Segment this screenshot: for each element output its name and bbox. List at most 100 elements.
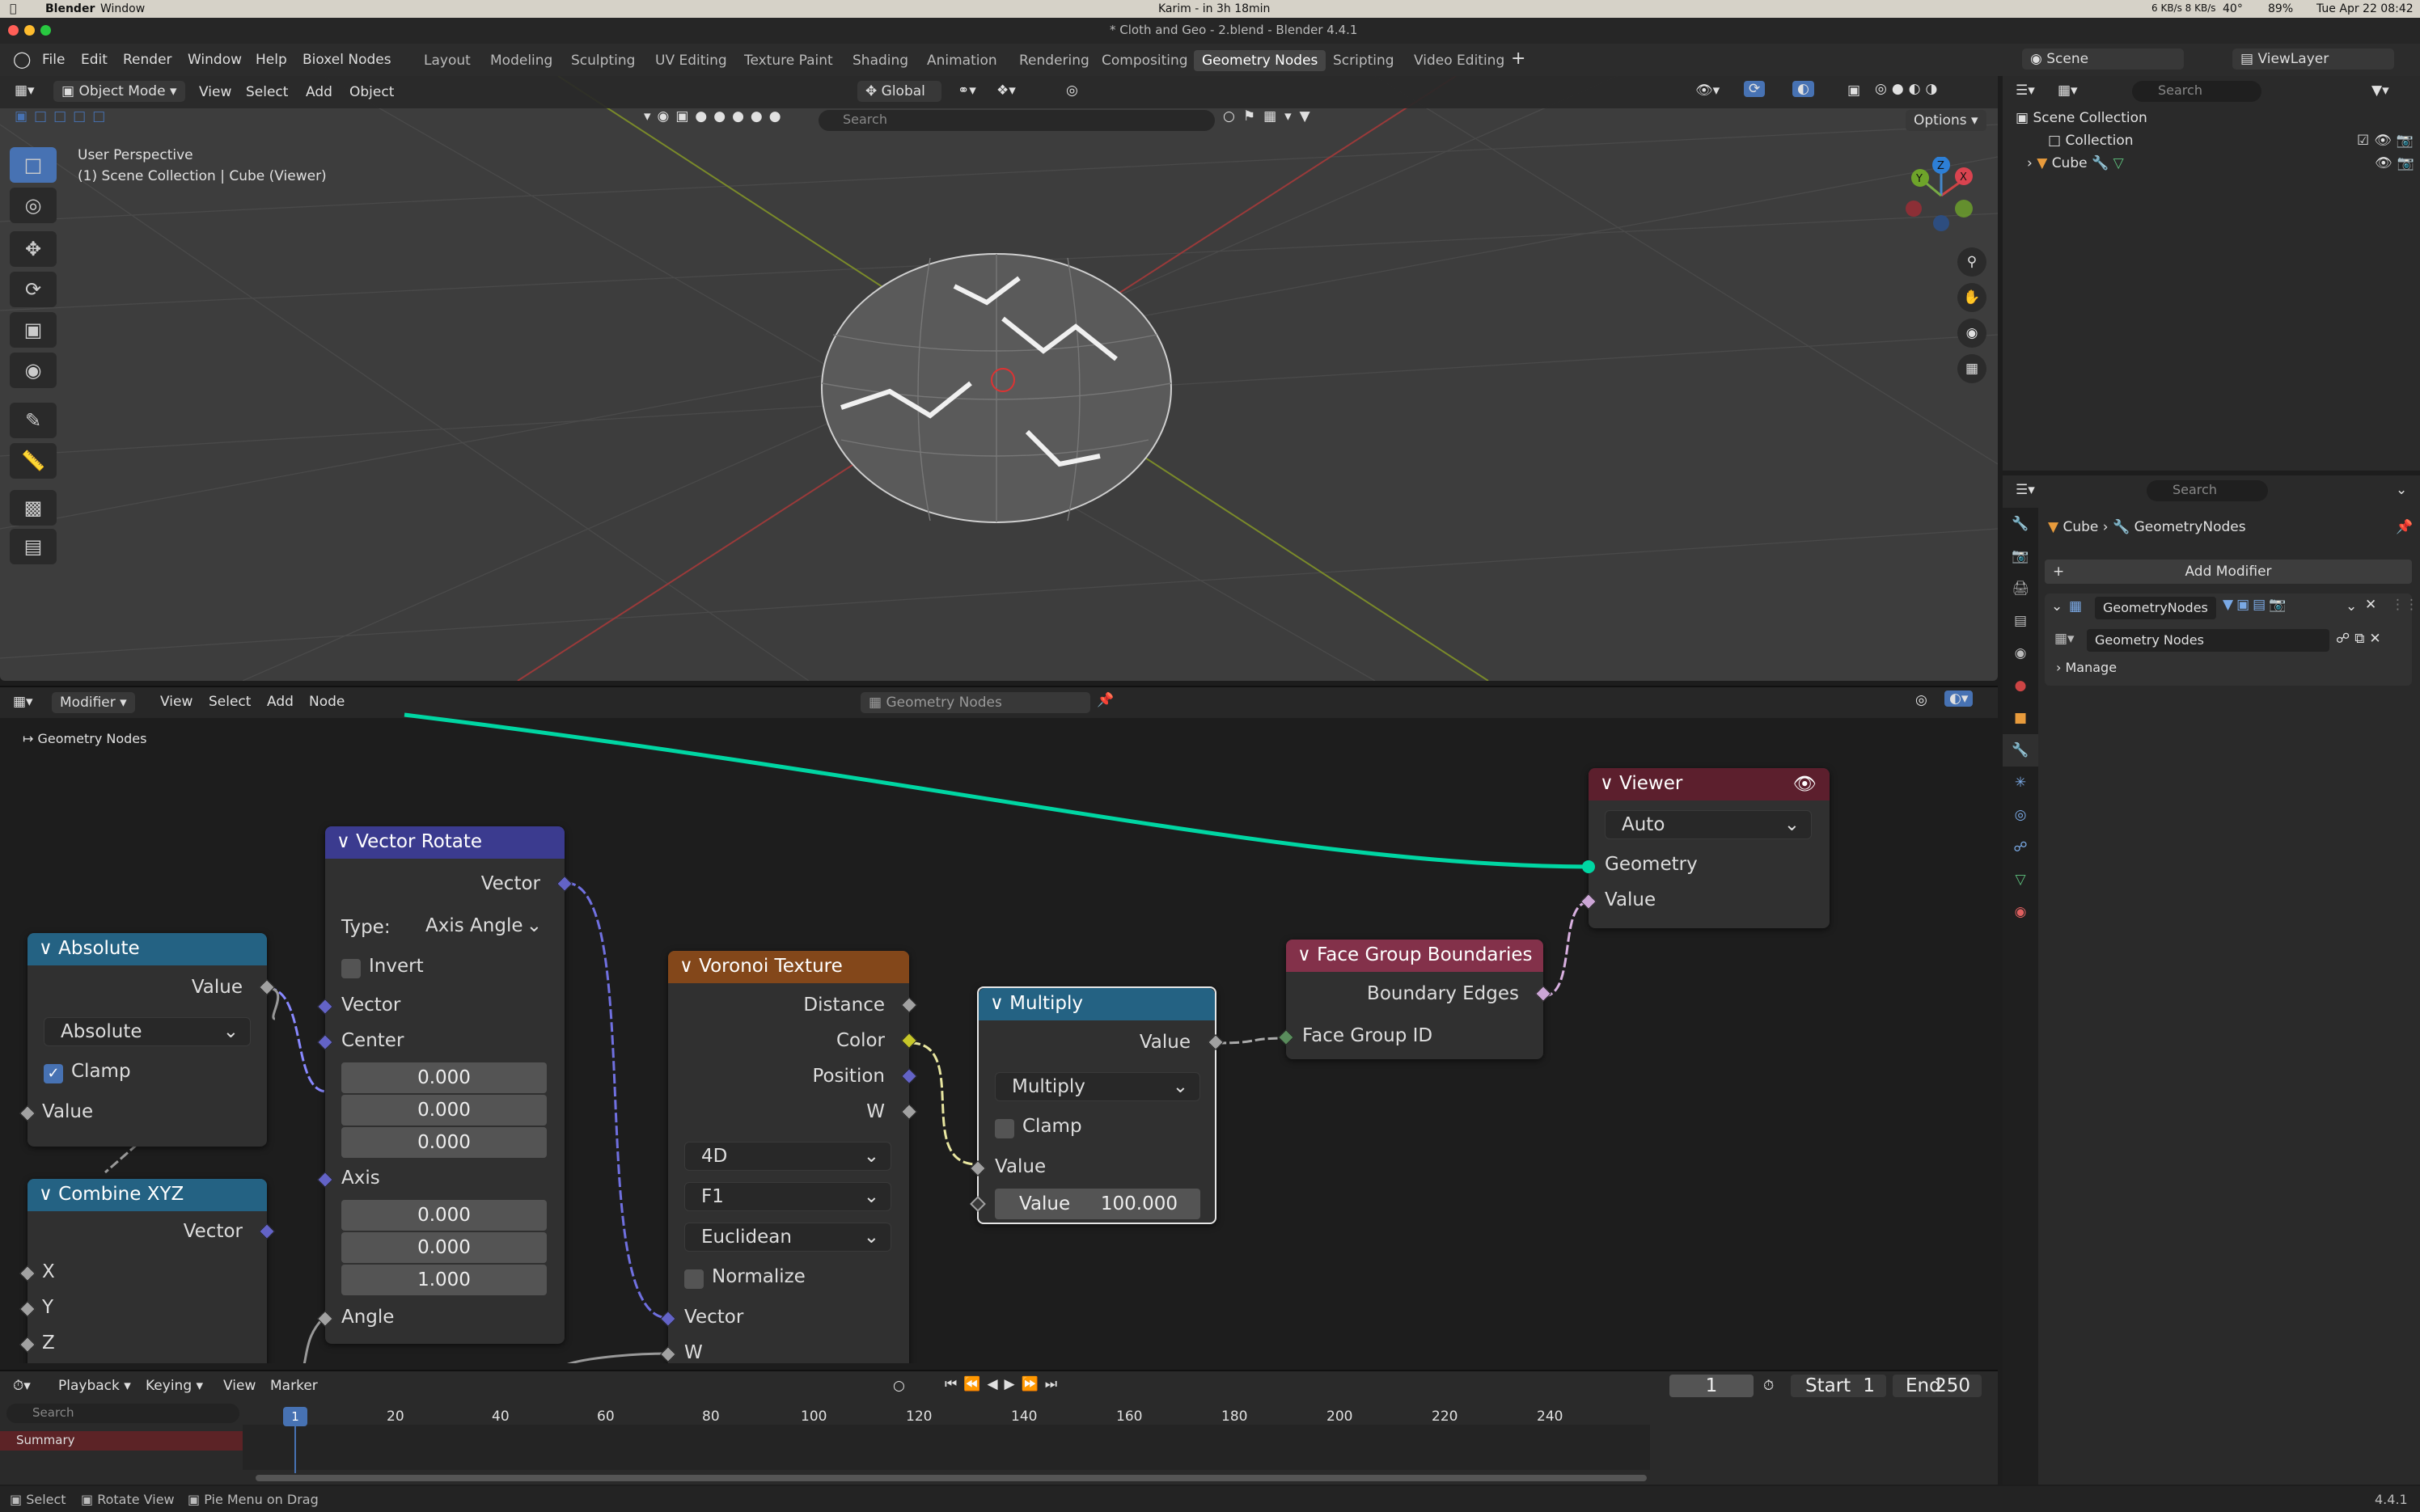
node-group-action-icons[interactable]: ☍⧉✕ <box>2336 631 2386 647</box>
menu-edit[interactable]: Edit <box>81 52 108 68</box>
select-box-tool-icon[interactable]: □ <box>10 147 57 183</box>
menu-window[interactable]: Window <box>188 52 242 68</box>
end-frame-field[interactable]: End 250 <box>1893 1375 1982 1397</box>
node-group-name-field[interactable]: Geometry Nodes <box>2087 629 2329 652</box>
world-tab-icon[interactable]: ● <box>2003 669 2038 702</box>
tab-animation[interactable]: Animation <box>919 50 1005 71</box>
modifier-drag-handle-icon[interactable]: ⋮⋮ <box>2391 597 2418 613</box>
timeline-scrollbar[interactable] <box>256 1475 1647 1481</box>
auto-keying-icon[interactable]: ○ <box>893 1378 905 1394</box>
tab-scripting[interactable]: Scripting <box>1325 50 1402 71</box>
expand-arrow-icon[interactable]: › <box>2027 155 2037 171</box>
options-button[interactable]: Options ▾ <box>1906 110 1986 131</box>
node-viewer-domain-dropdown[interactable]: Auto ⌄ <box>1605 810 1812 839</box>
node-viewer-header[interactable]: ∨ Viewer 👁 <box>1589 768 1830 800</box>
close-window-icon[interactable] <box>8 25 19 36</box>
viewport-search-input[interactable]: Search <box>819 110 1215 131</box>
object-tab-icon[interactable]: ■ <box>2003 702 2038 734</box>
node-rotate-axis-z[interactable]: 1.000 <box>341 1265 547 1295</box>
node-rotate-axis-x[interactable]: 0.000 <box>341 1200 547 1231</box>
blender-logo-icon[interactable]: ◯ <box>13 49 31 69</box>
output-tab-icon[interactable]: 🖨 <box>2003 572 2038 605</box>
start-frame-field[interactable]: Start 1 <box>1791 1375 1886 1397</box>
modifier-remove-icon[interactable]: ✕ <box>2365 597 2376 613</box>
tab-modeling[interactable]: Modeling <box>482 50 561 71</box>
node-voronoi-feature-dropdown[interactable]: F1 ⌄ <box>684 1182 891 1211</box>
material-tab-icon[interactable]: ◉ <box>2003 896 2038 928</box>
tab-video-editing[interactable]: Video Editing <box>1406 50 1512 71</box>
viewport-menu-view[interactable]: View <box>199 84 231 100</box>
properties-pin-icon[interactable]: 📌 <box>2396 519 2413 535</box>
menu-bioxel-nodes[interactable]: Bioxel Nodes <box>302 52 391 68</box>
display-mode-icon[interactable]: ▦▾ <box>2058 82 2078 99</box>
rotate-tool-icon[interactable]: ⟳ <box>10 272 57 307</box>
tab-rendering[interactable]: Rendering <box>1011 50 1098 71</box>
node-combine-xyz[interactable]: ∨ Combine XYZ Vector X Y Z <box>19 1179 275 1363</box>
node-voronoi-texture[interactable]: ∨ Voronoi Texture Distance Color Positio… <box>660 951 917 1363</box>
mac-menu-window[interactable]: Window <box>100 2 145 15</box>
node-combine-xyz-header[interactable]: ∨ Combine XYZ <box>28 1179 267 1211</box>
node-voronoi-metric-dropdown[interactable]: Euclidean ⌄ <box>684 1223 891 1252</box>
modifier-collapse-icon[interactable]: ⌄ <box>2051 598 2062 615</box>
modifier-name-field[interactable]: GeometryNodes <box>2095 597 2216 619</box>
node-voronoi-normalize-checkbox[interactable] <box>684 1269 704 1289</box>
node-multiply-value-field[interactable]: Value 100.000 <box>995 1189 1200 1219</box>
tab-uv-editing[interactable]: UV Editing <box>647 50 735 71</box>
constraints-tab-icon[interactable]: ☍ <box>2003 831 2038 864</box>
timeline-track[interactable] <box>243 1425 1650 1470</box>
node-group-browse-icon[interactable]: ▦▾ <box>2054 631 2075 647</box>
viewport-menu-add[interactable]: Add <box>306 84 332 100</box>
scene-tab-icon[interactable]: ◉ <box>2003 637 2038 669</box>
add-object-tool-icon[interactable]: ▤ <box>10 529 57 564</box>
timeline-menu-playback[interactable]: Playback ▾ <box>58 1378 131 1394</box>
modifier-tab-icon[interactable]: 🔧 <box>2003 734 2038 767</box>
mac-status-event[interactable]: Karim - in 3h 18min <box>1158 2 1270 15</box>
properties-editor[interactable]: ☰▾ Search ⌄ 🔧 📷 🖨 ▤ ◉ ● ■ 🔧 ✳ ◎ ☍ ▽ ◉ ▼ … <box>2003 475 2420 1485</box>
tab-layout[interactable]: Layout <box>416 50 479 71</box>
transform-orientation[interactable]: ✥ Global <box>857 81 941 102</box>
minimize-window-icon[interactable] <box>24 25 35 36</box>
menu-file[interactable]: File <box>42 52 65 68</box>
data-tab-icon[interactable]: ▽ <box>2003 864 2038 896</box>
properties-options-icon[interactable]: ⌄ <box>2396 482 2407 498</box>
scene-selector[interactable]: ◉ Scene <box>2022 49 2184 70</box>
viewer-eye-icon[interactable]: 👁 <box>1793 773 1817 795</box>
timeline-editor-icon[interactable]: ⏱▾ <box>13 1378 31 1394</box>
tool-tab-icon[interactable]: 🔧 <box>2003 508 2038 540</box>
zoom-window-icon[interactable] <box>40 25 51 36</box>
view-layer-tab-icon[interactable]: ▤ <box>2003 605 2038 637</box>
node-multiply-clamp-checkbox[interactable] <box>995 1119 1014 1138</box>
pivot-icon[interactable]: ⚭▾ <box>958 82 976 99</box>
navigation-gizmo[interactable]: X Z Y <box>1906 157 1986 238</box>
ortho-grid-icon[interactable]: ▦ <box>1957 354 1986 383</box>
tab-shading[interactable]: Shading <box>844 50 916 71</box>
node-voronoi-header[interactable]: ∨ Voronoi Texture <box>668 951 909 983</box>
tab-sculpting[interactable]: Sculpting <box>563 50 643 71</box>
mac-battery[interactable]: 89% <box>2268 2 2293 15</box>
cursor-tool-icon[interactable]: ◎ <box>10 188 57 223</box>
pan-hand-icon[interactable]: ✋ <box>1957 283 1986 312</box>
timeline-menu-view[interactable]: View <box>223 1378 256 1394</box>
gizmo-toggle-icon[interactable]: ⟳ <box>1744 81 1766 97</box>
timeline-search-input[interactable]: Search <box>6 1404 239 1423</box>
node-rotate-type-dropdown[interactable]: Axis Angle ⌄ <box>409 912 548 940</box>
outliner-search-input[interactable]: Search <box>2132 81 2261 102</box>
node-absolute-header[interactable]: ∨ Absolute <box>28 933 267 965</box>
mac-datetime[interactable]: Tue Apr 22 08:42 <box>2316 2 2414 15</box>
add-cube-tool-icon[interactable]: ▩ <box>10 490 57 526</box>
node-multiply-header[interactable]: ∨ Multiply <box>979 988 1215 1020</box>
modifier-dropdown-icon[interactable]: ⌄ <box>2346 598 2357 615</box>
move-tool-icon[interactable]: ✥ <box>10 231 57 267</box>
node-rotate-center-y[interactable]: 0.000 <box>341 1095 547 1126</box>
node-vector-rotate[interactable]: ∨ Vector Rotate Vector Type: Axis Angle ⌄… <box>317 826 573 1344</box>
viewport-menu-object[interactable]: Object <box>349 84 394 100</box>
node-editor[interactable]: ▦▾ Modifier ▾ View Select Add Node ▦ Geo… <box>0 686 1998 1363</box>
viewport-menu-select[interactable]: Select <box>246 84 288 100</box>
node-voronoi-dimension-dropdown[interactable]: 4D ⌄ <box>684 1142 891 1171</box>
node-rotate-center-x[interactable]: 0.000 <box>341 1062 547 1093</box>
modifier-panel[interactable]: ⌄ ▦ GeometryNodes ▼▣▤📷 ⌄ ✕ ⋮⋮ ▦▾ Geometr… <box>2045 593 2418 686</box>
outliner-filter-icon[interactable]: ▼▾ <box>2371 82 2389 99</box>
overlay-toggle-icon[interactable]: ◐ <box>1792 81 1814 97</box>
node-multiply[interactable]: ∨ Multiply Value Multiply ⌄ Clamp Value V… <box>970 986 1224 1224</box>
collection-row[interactable]: □ Collection <box>2048 133 2134 149</box>
